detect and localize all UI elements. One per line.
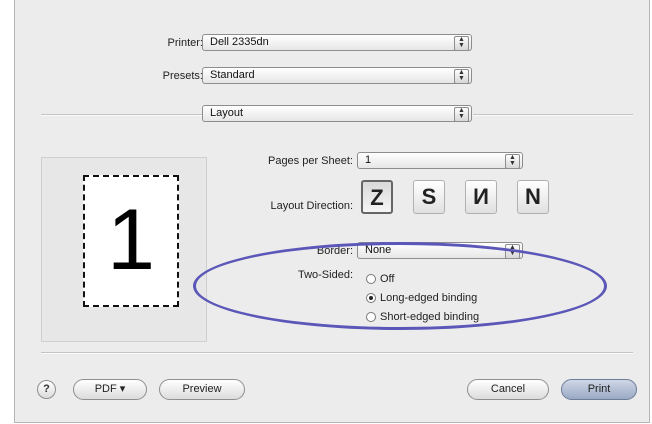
panel-separator-right	[473, 114, 633, 116]
popup-arrows-icon: ▲ ▼	[454, 36, 469, 51]
direction-z-button[interactable]: Z	[361, 180, 393, 214]
presets-value: Standard	[210, 69, 255, 81]
preview-button[interactable]: Preview	[159, 379, 245, 400]
panel-separator-left	[41, 114, 203, 116]
page-preview: 1	[83, 175, 179, 307]
page-number: 1	[107, 192, 155, 288]
direction-reverse-n-button[interactable]: И	[465, 180, 497, 214]
popup-arrows-icon: ▲ ▼	[454, 69, 469, 84]
pages-per-sheet-value: 1	[365, 154, 372, 166]
printer-label: Printer:	[167, 37, 203, 49]
direction-n-button[interactable]: N	[517, 180, 549, 214]
presets-popup[interactable]: Standard ▲ ▼	[202, 67, 472, 84]
help-button[interactable]: ?	[37, 380, 56, 399]
print-dialog: Printer: Dell 2335dn ▲ ▼ Presets: Standar…	[14, 0, 650, 423]
pages-per-sheet-popup[interactable]: 1 ▲ ▼	[357, 152, 523, 169]
pages-per-sheet-label: Pages per Sheet:	[267, 155, 353, 167]
layout-direction-label: Layout Direction:	[270, 200, 353, 212]
highlight-ellipse	[193, 242, 607, 330]
printer-popup[interactable]: Dell 2335dn ▲ ▼	[202, 34, 472, 51]
footer-separator	[41, 352, 633, 354]
presets-label: Presets:	[162, 70, 203, 82]
cancel-button[interactable]: Cancel	[467, 379, 549, 400]
popup-arrows-icon: ▲ ▼	[454, 107, 469, 122]
print-button[interactable]: Print	[561, 379, 637, 400]
printer-value: Dell 2335dn	[210, 36, 269, 48]
panel-popup[interactable]: Layout ▲ ▼	[202, 105, 472, 122]
popup-arrows-icon: ▲ ▼	[505, 154, 520, 169]
panel-value: Layout	[210, 107, 244, 119]
direction-s-button[interactable]: S	[413, 180, 445, 214]
pdf-button[interactable]: PDF ▾	[73, 379, 147, 400]
